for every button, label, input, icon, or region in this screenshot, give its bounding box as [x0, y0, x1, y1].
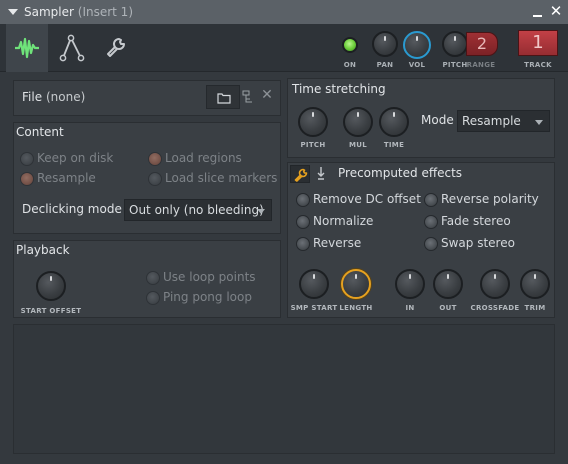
title-bar: Sampler (Insert 1) ✕ — [0, 0, 568, 24]
waveform-display[interactable] — [13, 324, 555, 454]
swap-stereo-label: Swap stereo — [441, 236, 515, 250]
normalize-radio[interactable] — [296, 215, 310, 229]
reverse-polarity-radio[interactable] — [424, 193, 438, 207]
minimize-button[interactable] — [530, 5, 544, 19]
keep-on-disk-radio[interactable] — [20, 152, 34, 166]
stretch-time-knob[interactable] — [379, 107, 409, 137]
resample-radio[interactable] — [20, 172, 34, 186]
envelope-icon — [59, 34, 85, 62]
toolbar: ON PAN VOL PITCH 2 RANGE 1 TRACK — [0, 24, 568, 72]
reverse-polarity-label: Reverse polarity — [441, 192, 539, 206]
wrench-icon — [294, 168, 308, 182]
wrench-icon — [107, 38, 125, 57]
window-title: Sampler (Insert 1) — [24, 5, 133, 19]
close-button[interactable]: ✕ — [549, 3, 563, 19]
use-loop-points-label: Use loop points — [163, 270, 256, 284]
file-label: File — [22, 90, 43, 104]
load-slice-markers-radio[interactable] — [148, 172, 162, 186]
load-slice-markers-label: Load slice markers — [165, 171, 278, 185]
range-label: RANGE — [466, 61, 496, 69]
normalize-label: Normalize — [313, 214, 374, 228]
ping-pong-loop-radio[interactable] — [146, 291, 160, 305]
fade-stereo-label: Fade stereo — [441, 214, 511, 228]
fade-stereo-radio[interactable] — [424, 215, 438, 229]
open-file-button[interactable] — [206, 85, 240, 109]
length-knob[interactable] — [341, 269, 371, 299]
in-knob[interactable] — [395, 269, 425, 299]
start-offset-knob[interactable] — [36, 271, 66, 301]
start-offset-label: START OFFSET — [20, 307, 82, 315]
keep-on-disk-label: Keep on disk — [37, 151, 114, 165]
load-regions-radio[interactable] — [148, 152, 162, 166]
chevron-down-icon — [535, 120, 543, 125]
precomputed-effects-panel: Precomputed effects Remove DC offset Nor… — [287, 162, 555, 318]
pan-knob[interactable] — [372, 31, 398, 57]
tab-settings[interactable] — [94, 24, 136, 72]
reverse-radio[interactable] — [296, 237, 310, 251]
track-display[interactable]: 1 — [518, 30, 558, 56]
precomputed-effects-title: Precomputed effects — [338, 166, 463, 180]
playback-title: Playback — [16, 243, 70, 257]
length-label: LENGTH — [339, 304, 373, 312]
use-loop-points-radio[interactable] — [146, 271, 160, 285]
tab-envelope[interactable] — [50, 24, 92, 72]
resample-label: Resample — [37, 171, 96, 185]
time-stretching-title: Time stretching — [292, 82, 386, 96]
stretch-time-label: TIME — [383, 141, 405, 149]
load-regions-label: Load regions — [165, 151, 242, 165]
reverse-label: Reverse — [313, 236, 362, 250]
time-stretching-panel: Time stretching PITCH MUL TIME Mode Resa… — [287, 78, 555, 158]
remove-dc-offset-label: Remove DC offset — [313, 192, 421, 206]
stretch-pitch-knob[interactable] — [298, 107, 328, 137]
stretch-mul-label: MUL — [348, 141, 367, 149]
clear-file-button[interactable]: ✕ — [260, 87, 274, 103]
on-led-toggle[interactable] — [342, 37, 358, 53]
content-title: Content — [16, 125, 64, 139]
stretch-pitch-label: PITCH — [300, 141, 326, 149]
out-label: OUT — [439, 304, 457, 312]
declicking-mode-value: Out only (no bleeding) — [129, 203, 264, 217]
trim-knob[interactable] — [520, 269, 550, 299]
mode-label: Mode — [421, 113, 454, 127]
out-knob[interactable] — [433, 269, 463, 299]
effects-settings-button[interactable] — [290, 165, 310, 183]
pitch-knob[interactable] — [442, 31, 468, 57]
chevron-down-icon — [257, 209, 265, 214]
tree-browse-icon — [242, 90, 252, 103]
smp-start-knob[interactable] — [299, 269, 329, 299]
content-panel: Content Keep on disk Load regions Resamp… — [13, 122, 281, 234]
playback-panel: Playback START OFFSET Use loop points Pi… — [13, 240, 281, 318]
crossfade-knob[interactable] — [480, 269, 510, 299]
stretch-mul-knob[interactable] — [343, 107, 373, 137]
trim-label: TRIM — [524, 304, 546, 312]
file-value: (none) — [46, 90, 86, 104]
volume-knob[interactable] — [403, 31, 431, 59]
effects-download-button[interactable] — [314, 165, 328, 183]
track-label: TRACK — [524, 61, 552, 69]
mode-dropdown[interactable]: Resample — [457, 110, 550, 132]
download-arrow-icon — [317, 167, 325, 180]
waveform-icon — [15, 37, 39, 59]
window-subtitle: (Insert 1) — [77, 5, 133, 19]
tab-sample[interactable] — [6, 24, 48, 72]
declicking-mode-label: Declicking mode — [22, 202, 122, 216]
window-title-text: Sampler — [24, 5, 74, 19]
remove-dc-offset-radio[interactable] — [296, 193, 310, 207]
swap-stereo-radio[interactable] — [424, 237, 438, 251]
file-panel: File (none) ✕ — [13, 80, 281, 116]
crossfade-label: CROSSFADE — [470, 304, 520, 312]
pitch-range-display[interactable]: 2 — [466, 32, 498, 56]
folder-icon — [217, 93, 231, 104]
declicking-mode-dropdown[interactable]: Out only (no bleeding) — [124, 199, 272, 221]
ping-pong-loop-label: Ping pong loop — [163, 290, 252, 304]
window-menu-arrow-icon[interactable] — [8, 9, 18, 15]
browse-button[interactable] — [242, 89, 254, 103]
mode-value: Resample — [462, 114, 521, 128]
in-label: IN — [405, 304, 415, 312]
